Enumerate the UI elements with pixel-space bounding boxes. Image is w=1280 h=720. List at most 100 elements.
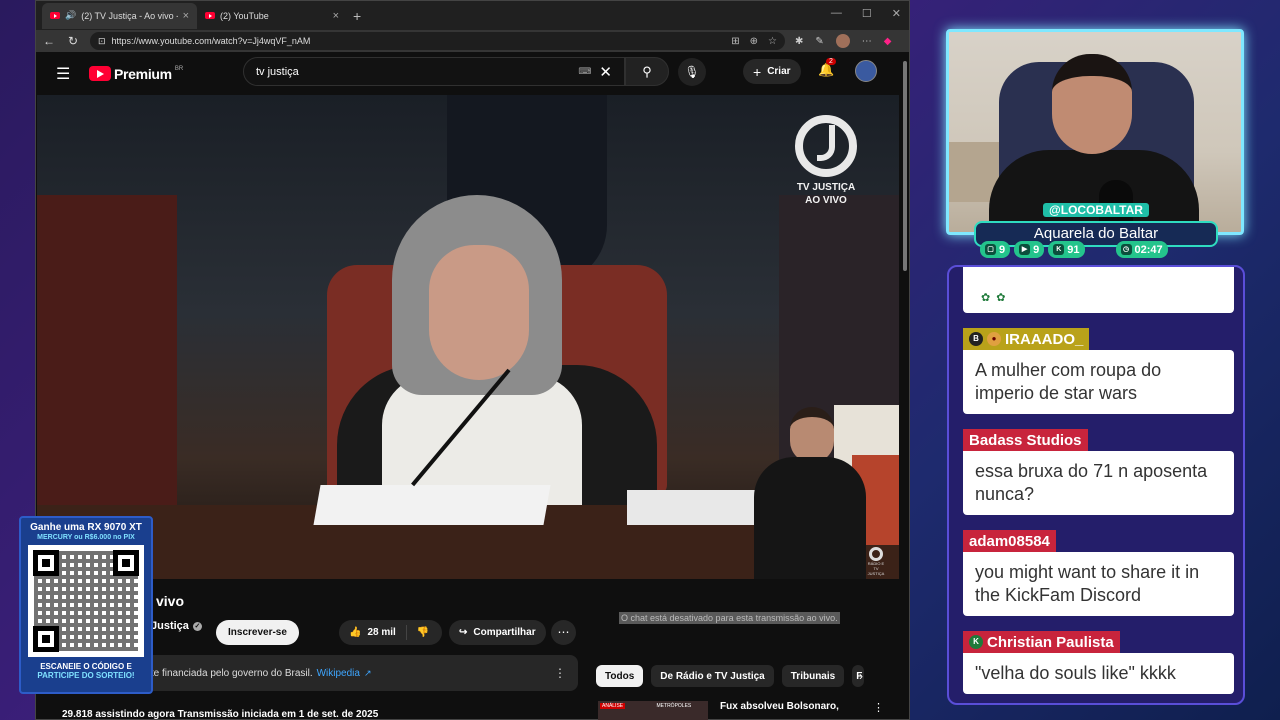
tab-youtube[interactable]: (2) YouTube × — [197, 3, 347, 29]
tab-bar: 🔊 (2) TV Justiça - Ao vivo - You × (2) Y… — [36, 1, 909, 30]
create-button[interactable]: + Criar — [743, 59, 801, 84]
thumbs-up-icon: 👍 — [349, 627, 362, 638]
giveaway-promo: Ganhe uma RX 9070 XT MERCURY ou R$6.000 … — [19, 516, 153, 694]
maximize-icon[interactable]: ☐ — [862, 7, 872, 20]
subscribe-button[interactable]: Inscrever-se — [216, 620, 299, 645]
close-tab-icon[interactable]: × — [183, 10, 189, 22]
apps-icon[interactable]: ⊞ — [731, 36, 739, 47]
like-count: 28 mil — [367, 627, 396, 638]
tab-tv-justica[interactable]: 🔊 (2) TV Justiça - Ao vivo - You × — [42, 2, 197, 29]
search-input[interactable]: tv justiça ⌨ ✕ — [243, 57, 625, 86]
search-button[interactable]: ⚲ — [625, 57, 669, 86]
channel-name[interactable]: Justiça ✓ — [151, 620, 202, 632]
hamburger-menu-icon[interactable]: ☰ — [56, 64, 74, 84]
promo-line-3: ESCANEIE O CÓDIGO E — [40, 662, 132, 671]
chat-message: B ● IRAAADO_ A mulher com roupa do imper… — [963, 328, 1234, 414]
clear-search-icon[interactable]: ✕ — [599, 63, 612, 81]
keyboard-icon[interactable]: ⌨ — [578, 66, 591, 77]
recommended-title: Fux absolveu Bolsonaro, — [720, 701, 839, 712]
like-button[interactable]: 👍 28 mil — [339, 625, 407, 640]
video-player[interactable]: TV JUSTIÇA AO VIVO RÁDIO E TV JUSTIÇA — [37, 95, 899, 579]
reload-icon[interactable]: ↻ — [66, 34, 80, 48]
chat-message: Badass Studios essa bruxa do 71 n aposen… — [963, 429, 1234, 515]
youtube-favicon-icon — [50, 12, 60, 19]
youtube-header: ☰ Premium BR tv justiça ⌨ ✕ ⚲ 🎙 + Criar … — [36, 52, 909, 95]
chip-tribunais[interactable]: Tribunais — [781, 665, 845, 687]
chat-text: A mulher com roupa do imperio de star wa… — [963, 350, 1234, 414]
sign-language-interpreter — [754, 407, 866, 579]
share-button[interactable]: ↪ Compartilhar — [449, 620, 546, 645]
chat-text: you might want to share it in the KickFa… — [963, 552, 1234, 616]
youtube-viewers: ▶ 9 — [1014, 241, 1045, 258]
voice-search-button[interactable]: 🎙 — [678, 58, 706, 86]
tv-justica-logo-icon — [795, 115, 857, 177]
extensions-icon[interactable]: ✱ — [795, 36, 803, 47]
tab-title: (2) TV Justiça - Ao vivo - You — [81, 10, 177, 21]
chevron-right-icon[interactable]: › — [859, 669, 863, 683]
account-avatar[interactable] — [855, 60, 877, 82]
recommended-video[interactable]: ANÁLISE METRÓPOLES Fux absolveu Bolsonar… — [598, 701, 884, 720]
back-icon[interactable]: ← — [42, 34, 56, 48]
pin-icon[interactable]: ✎ — [815, 36, 823, 47]
copilot-icon[interactable]: ◆ — [884, 36, 892, 47]
address-bar: ← ↻ ⊡ https://www.youtube.com/watch?v=Jj… — [36, 30, 909, 52]
kick-icon: K — [1053, 244, 1065, 255]
country-code: BR — [174, 65, 184, 72]
chip-radio-tv-justica[interactable]: De Rádio e TV Justiça — [651, 665, 774, 687]
chat-message-partial: ✿✿ — [963, 267, 1234, 313]
chip-todos[interactable]: Todos — [596, 665, 644, 687]
emoji-badge-icon: ● — [987, 332, 1001, 346]
logo-text: Premium — [114, 65, 172, 82]
page-scrollbar[interactable] — [903, 61, 907, 271]
promo-line-1: Ganhe uma RX 9070 XT — [30, 522, 142, 533]
view-count: 29.818 assistindo agora Transmissão inic… — [62, 709, 379, 720]
dislike-button[interactable]: 👎 — [407, 627, 439, 638]
promo-line-2: MERCURY ou R$6.000 no PIX — [37, 534, 135, 541]
close-tab-icon[interactable]: × — [333, 10, 339, 22]
radio-tv-logo-icon — [869, 547, 883, 561]
badge-icon: B — [969, 332, 983, 346]
viewer-stats: ▢ 9 ▶ 9 K 91 ◷ 02:47 — [980, 241, 1168, 258]
recommended-menu-icon[interactable]: ⋮ — [873, 701, 884, 714]
chat-text: "velha do souls like" kkkk — [963, 653, 1234, 694]
clock-icon: ◷ — [1120, 244, 1132, 255]
kick-badge-icon: K — [969, 635, 983, 649]
youtube-icon: ▶ — [1019, 244, 1031, 255]
chat-text: essa bruxa do 71 n aposenta nunca? — [963, 451, 1234, 515]
new-tab-icon[interactable]: + — [347, 8, 367, 24]
like-dislike-group: 👍 28 mil 👎 — [339, 620, 442, 645]
streamer-handle: @LOCOBALTAR — [1043, 203, 1149, 217]
notifications-button[interactable]: 🔔 2 — [818, 58, 836, 78]
chat-message: K Christian Paulista "velha do souls lik… — [963, 631, 1234, 694]
search-value: tv justiça — [256, 65, 299, 78]
youtube-logo[interactable]: Premium BR — [89, 66, 183, 82]
chat-message: adam08584 you might want to share it in … — [963, 530, 1234, 616]
info-menu-icon[interactable]: ⋮ — [554, 666, 566, 680]
chat-overlay: ✿✿ B ● IRAAADO_ A mulher com roupa do im… — [947, 265, 1245, 705]
video-title: vivo — [156, 593, 185, 609]
stream-timer: ◷ 02:47 — [1115, 241, 1168, 258]
zoom-icon[interactable]: ⊕ — [750, 36, 758, 47]
site-info-icon[interactable]: ⊡ — [98, 36, 106, 47]
share-icon: ↪ — [459, 627, 468, 638]
browser-window: 🔊 (2) TV Justiça - Ao vivo - You × (2) Y… — [35, 0, 910, 720]
chat-author: Badass Studios — [963, 429, 1088, 451]
profile-avatar[interactable] — [835, 34, 850, 48]
emote-icon: ✿✿ — [981, 292, 1012, 304]
plus-icon: + — [753, 63, 762, 80]
video-thumbnail[interactable]: ANÁLISE METRÓPOLES — [598, 701, 708, 720]
search-icon: ⚲ — [642, 63, 652, 79]
recommendation-chips: Todos De Rádio e TV Justiça Tribunais F — [596, 665, 865, 687]
speaker-icon: 🔊 — [65, 10, 77, 20]
menu-dots-icon[interactable]: ⋯ — [862, 36, 872, 47]
wikipedia-link[interactable]: Wikipedia — [317, 668, 360, 679]
close-window-icon[interactable]: ✕ — [892, 7, 901, 20]
minimize-icon[interactable]: — — [831, 7, 842, 20]
tab-title: (2) YouTube — [220, 10, 269, 21]
tv-justica-logo: TV JUSTIÇA AO VIVO — [793, 115, 859, 207]
more-actions-button[interactable]: ⋯ — [551, 620, 576, 645]
url-field[interactable]: ⊡ https://www.youtube.com/watch?v=Jj4wqV… — [90, 32, 785, 50]
bookmark-star-icon[interactable]: ☆ — [768, 36, 777, 47]
url-text: https://www.youtube.com/watch?v=Jj4wqVF_… — [111, 36, 311, 46]
notification-badge: 2 — [826, 58, 836, 65]
